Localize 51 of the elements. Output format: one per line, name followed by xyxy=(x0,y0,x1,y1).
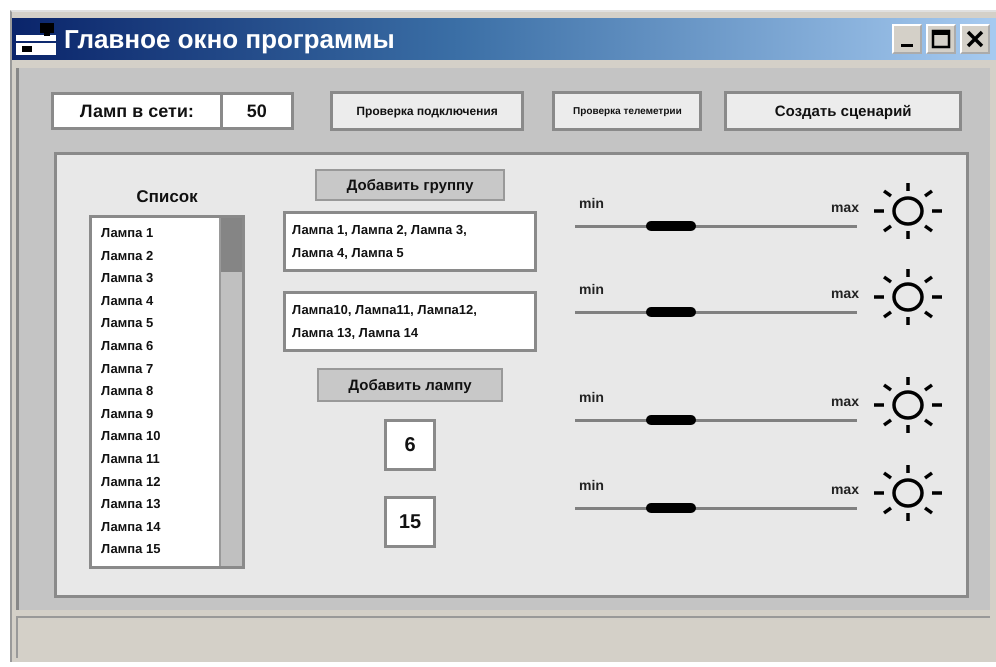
scrollbar[interactable] xyxy=(219,218,242,566)
list-item[interactable]: Лампа 11 xyxy=(101,448,219,471)
add-lamp-button[interactable]: Добавить лампу xyxy=(317,368,503,402)
list-item[interactable]: Лампа 5 xyxy=(101,312,219,335)
min-label: min xyxy=(579,389,604,407)
list-title: Список xyxy=(136,187,198,207)
max-label: max xyxy=(830,199,859,215)
list-item[interactable]: Лампа 14 xyxy=(101,516,219,538)
list-item[interactable]: Лампа 12 xyxy=(101,470,219,494)
scrollbar-thumb[interactable] xyxy=(221,218,242,272)
slider-thumb[interactable] xyxy=(646,415,696,425)
minimize-button[interactable] xyxy=(892,24,922,54)
sun-icon xyxy=(873,181,943,241)
min-label: min xyxy=(579,477,604,495)
list-item[interactable]: Лампа 1 xyxy=(101,222,219,245)
list-item[interactable]: Лампа 4 xyxy=(101,290,219,312)
toolbar-button[interactable]: Создать сценарий xyxy=(724,91,962,131)
toolbar-button[interactable]: Проверка подключения xyxy=(330,91,524,131)
list-item[interactable]: Лампа 10 xyxy=(101,425,219,448)
maximize-button[interactable] xyxy=(926,24,956,54)
max-label: max xyxy=(830,285,859,301)
toolbar-button[interactable]: Проверка телеметрии xyxy=(552,91,702,131)
sun-icon xyxy=(873,375,943,435)
window-title: Главное окно программы xyxy=(64,24,396,54)
close-button[interactable] xyxy=(960,24,990,54)
sun-icon xyxy=(873,463,943,523)
close-icon xyxy=(966,30,984,48)
count-field[interactable]: 6 xyxy=(384,419,436,471)
list-item[interactable]: Лампа 3 xyxy=(101,267,219,290)
max-label: max xyxy=(830,481,859,497)
group-field[interactable]: Лампа10, Лампа11, Лампа12, Лампа 13, Лампа 14 xyxy=(283,291,537,352)
list-item[interactable]: Лампа 8 xyxy=(101,380,219,403)
list-item[interactable]: Лампа 13 xyxy=(101,493,219,516)
list-item[interactable]: Лампа 15 xyxy=(101,538,219,561)
list-item[interactable]: Лампа 2 xyxy=(101,244,219,268)
min-label: min xyxy=(579,195,604,213)
group-field[interactable]: Лампа 1, Лампа 2, Лампа 3, Лампа 4, Лампа 5 xyxy=(283,211,537,272)
list-item[interactable]: Лампа 6 xyxy=(101,334,219,358)
slider-thumb[interactable] xyxy=(646,221,696,231)
lamps-label: Ламп в сети: xyxy=(51,92,223,130)
maximize-icon xyxy=(931,29,951,49)
sun-icon xyxy=(873,267,943,327)
max-label: max xyxy=(830,393,859,409)
add-group-button[interactable]: Добавить группу xyxy=(315,169,505,201)
list-item[interactable]: Лампа 9 xyxy=(101,402,219,426)
count-field[interactable]: 15 xyxy=(384,496,436,548)
minimize-icon xyxy=(901,44,913,46)
slider-thumb[interactable] xyxy=(646,503,696,513)
slider-thumb[interactable] xyxy=(646,307,696,317)
list-item[interactable]: Лампа 7 xyxy=(101,358,219,380)
min-label: min xyxy=(579,281,604,299)
